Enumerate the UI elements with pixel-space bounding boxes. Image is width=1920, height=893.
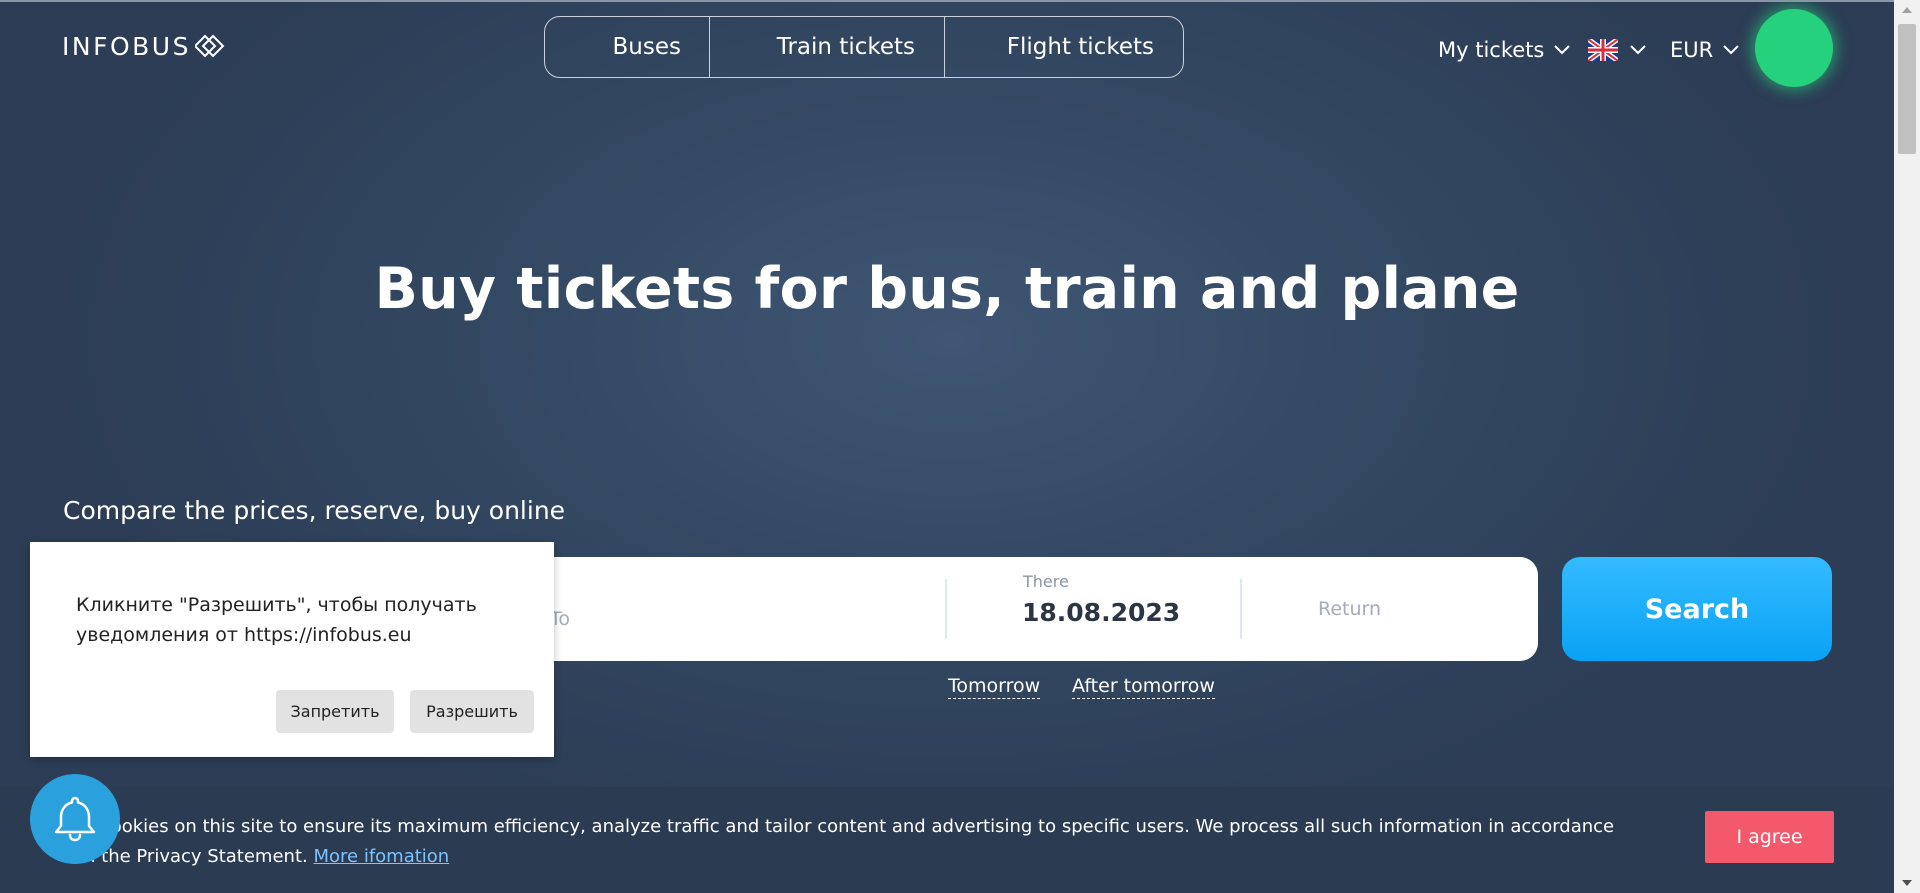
chevron-down-icon [1723,45,1739,55]
currency-label: EUR [1670,38,1714,62]
tab-buses[interactable]: Buses [545,17,710,77]
chevron-down-icon [1630,45,1646,55]
tab-flight-tickets[interactable]: Flight tickets [945,17,1183,77]
chevron-down-icon [1554,45,1571,55]
page: INFOBUS Buses Train tickets Flight ticke… [0,0,1894,893]
divider [1240,579,1242,639]
scrollbar-thumb[interactable] [1898,24,1916,154]
bell-icon [54,796,96,842]
scroll-up-arrow-icon[interactable] [1894,0,1920,20]
scroll-down-arrow-icon[interactable] [1894,873,1920,893]
agree-button[interactable]: I agree [1705,811,1834,863]
my-tickets-label: My tickets [1438,38,1545,62]
hero-subtitle: Compare the prices, reserve, buy online [63,496,566,525]
uk-flag-icon [1588,39,1618,61]
page-scrollbar[interactable] [1894,0,1920,893]
deny-button[interactable]: Запретить [276,690,394,733]
cookie-message: e cookies on this site to ensure its max… [84,812,1684,872]
there-date-label: There [1023,572,1069,591]
tab-train-tickets[interactable]: Train tickets [710,17,945,77]
divider [945,579,947,639]
top-border [0,0,1894,2]
transport-mode-tabs: Buses Train tickets Flight tickets [544,16,1184,78]
user-avatar[interactable] [1755,9,1833,87]
language-dropdown[interactable] [1588,30,1646,70]
cookie-text-line1: e cookies on this site to ensure its max… [84,816,1615,837]
logo-mark-icon [194,34,225,58]
notification-bell-button[interactable] [30,774,120,864]
return-date-input[interactable]: Return [1318,598,1381,620]
my-tickets-dropdown[interactable]: My tickets [1438,30,1571,70]
notification-message: Кликните "Разрешить", чтобы получать уве… [76,594,477,646]
more-information-link[interactable]: More ifomation [313,846,449,867]
search-button[interactable]: Search [1562,557,1832,661]
tomorrow-link[interactable]: Tomorrow [948,674,1041,699]
page-title: Buy tickets for bus, train and plane [374,256,1520,322]
cookie-text-line2: h the Privacy Statement. [84,846,308,867]
currency-dropdown[interactable]: EUR [1670,30,1739,70]
logo-text: INFOBUS [62,31,191,61]
logo[interactable]: INFOBUS [62,31,225,61]
there-date-input[interactable]: 18.08.2023 [1022,598,1180,627]
allow-button[interactable]: Разрешить [410,690,534,733]
notification-permission-popup: Кликните "Разрешить", чтобы получать уве… [30,542,554,757]
after-tomorrow-link[interactable]: After tomorrow [1072,674,1215,699]
